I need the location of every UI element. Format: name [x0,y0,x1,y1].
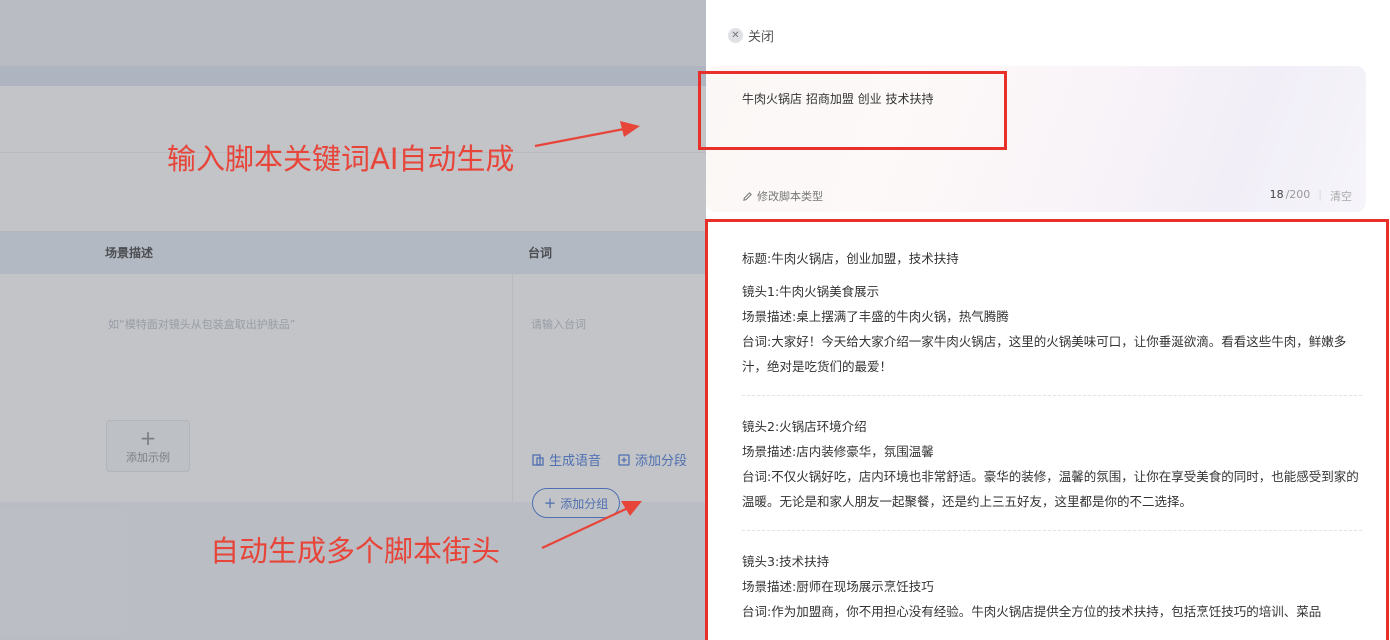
close-icon: ✕ [728,28,743,43]
edit-script-type-label: 修改脚本类型 [757,190,823,203]
annotation-bottom: 自动生成多个脚本街头 [210,534,501,568]
highlight-box-keyword [698,71,1007,150]
counter-separator: | [1318,188,1322,201]
annotation-top: 输入脚本关键词AI自动生成 [167,142,515,176]
char-count: 18 [1269,188,1284,201]
pencil-icon [743,191,752,201]
close-label: 关闭 [748,30,775,45]
edit-script-type-button[interactable]: 修改脚本类型 [742,188,823,204]
char-max: /200 [1285,188,1311,201]
highlight-box-script [705,219,1389,640]
clear-button[interactable]: 清空 [1330,188,1352,204]
char-counter: 18 /200 | 清空 [1270,188,1352,204]
close-button[interactable]: ✕ 关闭 [728,26,774,45]
